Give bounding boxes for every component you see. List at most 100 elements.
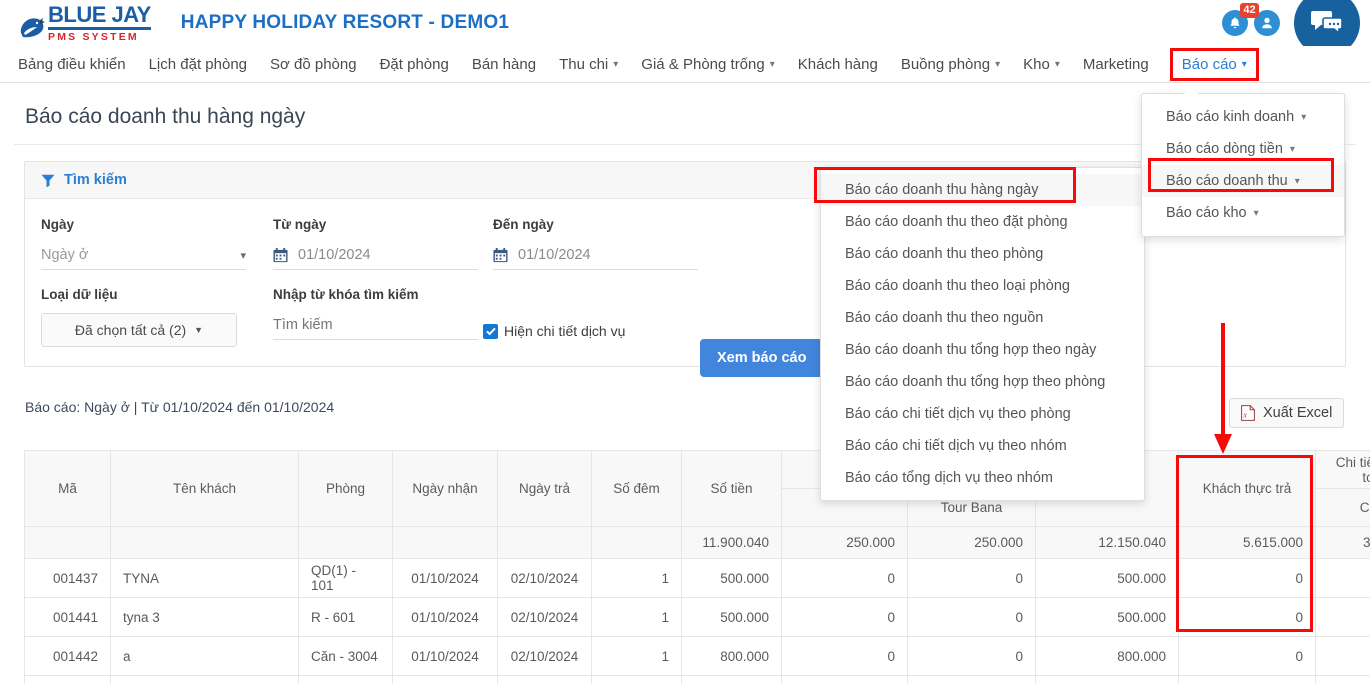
menu-item-cashflow-reports[interactable]: Báo cáo dòng tiền ▾ xyxy=(1142,133,1344,165)
nav-item-customers[interactable]: Khách hàng xyxy=(798,56,878,73)
cell-service: 0 xyxy=(781,597,908,637)
submenu-item-daily-revenue[interactable]: Báo cáo doanh thu hàng ngày xyxy=(821,174,1144,206)
date-type-label: Ngày xyxy=(41,217,75,232)
cell-amount: 500.000 xyxy=(681,597,782,637)
submenu-item-revenue-summary-by-day[interactable]: Báo cáo doanh thu tổng hợp theo ngày xyxy=(821,334,1144,366)
cell-revenue: 500.000 xyxy=(1035,597,1179,637)
menu-label: Báo cáo kinh doanh xyxy=(1166,109,1295,125)
cell-guest-name: tyna 3 xyxy=(110,597,299,637)
cell-service: 0 xyxy=(781,636,908,676)
table-summary-row: 11.900.040 250.000 250.000 12.150.040 5.… xyxy=(24,526,1370,559)
submenu-item-revenue-by-source[interactable]: Báo cáo doanh thu theo nguồn xyxy=(821,302,1144,334)
cell-room: R - 601 xyxy=(298,597,393,637)
cell-guest-name: TYNA xyxy=(110,558,299,598)
cell-guest-paid: 0 xyxy=(1178,675,1316,684)
date-type-select[interactable]: Ngày ở ▾ xyxy=(41,243,246,270)
data-type-value: Đã chọn tất cả (2) xyxy=(74,322,187,338)
nav-label: Marketing xyxy=(1082,55,1149,73)
table-row[interactable]: 001437 TYNA QD(1) - 101 01/10/2024 02/10… xyxy=(24,558,1370,598)
th-checkout-date[interactable]: Ngày trả xyxy=(497,450,592,527)
cell-checkin: 01/10/2024 xyxy=(392,558,498,598)
chevron-down-icon: ▾ xyxy=(613,58,619,70)
submenu-item-revenue-by-booking[interactable]: Báo cáo doanh thu theo đặt phòng xyxy=(821,206,1144,238)
cell-checkout: 02/10/2024 xyxy=(497,675,592,684)
from-date-label: Từ ngày xyxy=(273,217,327,232)
cell-nights: 1 xyxy=(591,558,682,598)
nav-item-marketing[interactable]: Marketing xyxy=(1083,56,1149,73)
view-report-button[interactable]: Xem báo cáo xyxy=(700,339,824,377)
cell-checkout: 02/10/2024 xyxy=(497,558,592,598)
to-date-input[interactable]: 01/10/2024 xyxy=(493,243,698,270)
submenu-item-revenue-by-room[interactable]: Báo cáo doanh thu theo phòng xyxy=(821,238,1144,270)
nav-item-inventory[interactable]: Kho ▾ xyxy=(1023,56,1060,73)
export-excel-button[interactable]: x Xuất Excel xyxy=(1229,398,1345,428)
cell-cash xyxy=(1315,636,1370,676)
nav-item-rates-availability[interactable]: Giá & Phòng trống ▾ xyxy=(641,56,774,73)
nav-item-cashflow[interactable]: Thu chi ▾ xyxy=(559,56,618,73)
cell-checkout: 02/10/2024 xyxy=(497,597,592,637)
table-header: Mã Tên khách Phòng Ngày nhận Ngày trả Số… xyxy=(24,450,1370,527)
menu-label: Báo cáo kho xyxy=(1166,205,1247,221)
from-date-input[interactable]: 01/10/2024 xyxy=(273,243,478,270)
cell-room: R - 501 xyxy=(298,675,393,684)
menu-item-business-reports[interactable]: Báo cáo kinh doanh ▾ xyxy=(1142,101,1344,133)
nav-item-dashboard[interactable]: Bảng điều khiển xyxy=(18,56,126,73)
th-amount[interactable]: Số tiền xyxy=(681,450,782,527)
menu-item-inventory-reports[interactable]: Báo cáo kho ▾ xyxy=(1142,197,1344,229)
th-guest-name[interactable]: Tên khách xyxy=(110,450,299,527)
submenu-item-service-detail-by-room[interactable]: Báo cáo chi tiết dịch vụ theo phòng xyxy=(821,398,1144,430)
table-row[interactable]: 001444 Trang R - 501 01/10/2024 02/10/20… xyxy=(24,675,1370,684)
app-logo[interactable]: BLUE JAY PMS SYSTEM xyxy=(18,3,151,43)
chat-bubble-icon xyxy=(1311,11,1343,35)
notifications-button[interactable]: 42 xyxy=(1222,3,1259,36)
menu-label: Báo cáo dòng tiền xyxy=(1166,141,1283,157)
nav-item-reservations[interactable]: Đặt phòng xyxy=(380,56,449,73)
nav-label: Bán hàng xyxy=(471,55,537,73)
sum-guest-name xyxy=(110,526,299,559)
cell-guest-name: a xyxy=(110,636,299,676)
user-icon xyxy=(1262,17,1272,29)
nav-item-housekeeping[interactable]: Buồng phòng ▾ xyxy=(901,56,1000,73)
cell-amount: 500.000 xyxy=(681,675,782,684)
nav-item-sales[interactable]: Bán hàng xyxy=(472,56,536,73)
sum-tour-bana: 250.000 xyxy=(907,526,1036,559)
cell-checkin: 01/10/2024 xyxy=(392,597,498,637)
to-date-value: 01/10/2024 xyxy=(518,247,591,263)
menu-item-revenue-reports[interactable]: Báo cáo doanh thu ▾ xyxy=(1142,165,1344,197)
daily-revenue-table: Mã Tên khách Phòng Ngày nhận Ngày trả Số… xyxy=(24,450,1370,684)
keyword-label: Nhập từ khóa tìm kiếm xyxy=(273,287,419,302)
sum-cash: 3.015.000 xyxy=(1315,526,1370,559)
cell-revenue: 500.000 xyxy=(1035,558,1179,598)
report-table-container[interactable]: Mã Tên khách Phòng Ngày nhận Ngày trả Số… xyxy=(24,450,1370,684)
sum-code xyxy=(24,526,111,559)
nav-item-booking-calendar[interactable]: Lịch đặt phòng xyxy=(149,56,247,73)
service-detail-checkbox[interactable]: Hiện chi tiết dịch vụ xyxy=(483,323,625,339)
cell-tour-bana: 0 xyxy=(907,675,1036,684)
logo-main-text: BLUE JAY xyxy=(48,3,151,30)
data-type-dropdown[interactable]: Đã chọn tất cả (2) ▼ xyxy=(41,313,237,347)
nav-item-room-map[interactable]: Sơ đồ phòng xyxy=(270,56,357,73)
nav-label: Bảng điều khiển xyxy=(18,55,126,73)
cell-tour-bana: 0 xyxy=(907,597,1036,637)
th-room[interactable]: Phòng xyxy=(298,450,393,527)
th-nights[interactable]: Số đêm xyxy=(591,450,682,527)
table-row[interactable]: 001442 a Căn - 3004 01/10/2024 02/10/202… xyxy=(24,636,1370,676)
th-checkin-date[interactable]: Ngày nhận xyxy=(392,450,498,527)
nav-item-reports[interactable]: Báo cáo ▾ xyxy=(1169,47,1259,81)
submenu-item-revenue-summary-by-room[interactable]: Báo cáo doanh thu tổng hợp theo phòng xyxy=(821,366,1144,398)
chevron-down-icon: ▾ xyxy=(769,58,775,70)
th-payment-detail[interactable]: Chi tiết thanh toán xyxy=(1315,450,1370,489)
submenu-item-revenue-by-room-type[interactable]: Báo cáo doanh thu theo loại phòng xyxy=(821,270,1144,302)
report-range-info: Báo cáo: Ngày ở | Từ 01/10/2024 đến 01/1… xyxy=(25,399,335,415)
nav-label: Đặt phòng xyxy=(379,55,449,73)
submenu-item-service-detail-by-group[interactable]: Báo cáo chi tiết dịch vụ theo nhóm xyxy=(821,430,1144,462)
th-code[interactable]: Mã xyxy=(24,450,111,527)
cell-revenue: 800.000 xyxy=(1035,636,1179,676)
th-guest-paid[interactable]: Khách thực trả xyxy=(1178,450,1316,527)
submenu-item-total-service-by-group[interactable]: Báo cáo tổng dịch vụ theo nhóm xyxy=(821,462,1144,494)
logo-sub-text: PMS SYSTEM xyxy=(48,30,139,43)
view-report-wrapper: Xem báo cáo xyxy=(700,339,824,377)
search-input[interactable] xyxy=(273,313,478,340)
cell-amount: 800.000 xyxy=(681,636,782,676)
table-row[interactable]: 001441 tyna 3 R - 601 01/10/2024 02/10/2… xyxy=(24,597,1370,637)
